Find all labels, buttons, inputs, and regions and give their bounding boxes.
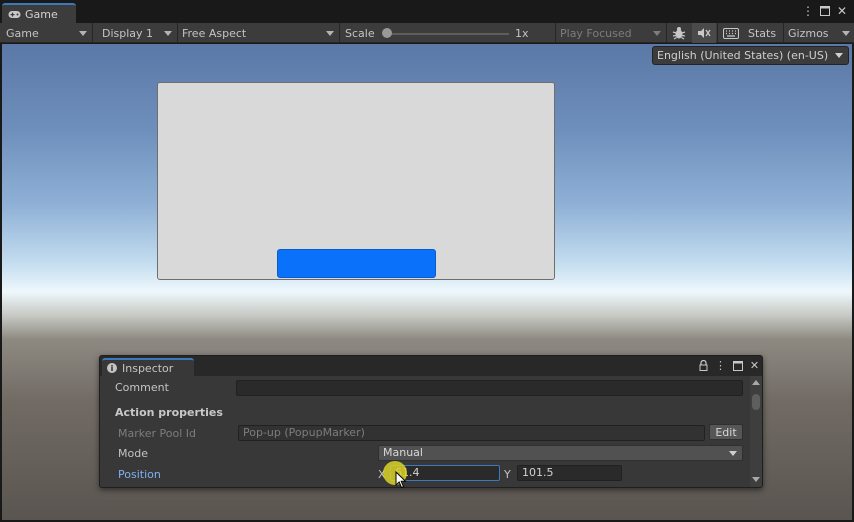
chevron-down-icon: [729, 451, 737, 456]
chevron-down-icon: [79, 31, 87, 36]
comment-field[interactable]: [236, 380, 743, 396]
game-mode-label: Game: [6, 26, 39, 40]
stats-button[interactable]: Stats: [748, 23, 776, 43]
game-toolbar: Game Display 1 Free Aspect Scale 1x Play…: [0, 23, 854, 43]
language-dropdown[interactable]: English (United States) (en-US): [652, 46, 849, 65]
inspector-header: i Inspector ⋮ ✕: [100, 356, 762, 376]
mouse-pointer-icon: [395, 471, 407, 489]
scrollbar-thumb[interactable]: [752, 394, 760, 410]
close-icon[interactable]: ✕: [836, 4, 848, 18]
inspector-scrollbar[interactable]: [750, 376, 762, 487]
aspect-label: Free Aspect: [182, 26, 247, 40]
more-icon[interactable]: ⋮: [802, 4, 814, 18]
gamepad-icon: [8, 10, 21, 18]
divider: [666, 23, 667, 43]
y-label[interactable]: Y: [504, 468, 511, 481]
display-dropdown[interactable]: Display 1: [96, 23, 176, 43]
more-icon[interactable]: ⋮: [715, 359, 726, 372]
scroll-down-arrow-icon[interactable]: [752, 477, 760, 482]
section-title: Action properties: [115, 406, 223, 419]
divider: [717, 23, 718, 43]
popup-panel: [157, 82, 555, 280]
mute-audio-icon[interactable]: [692, 23, 716, 43]
gizmos-label: Gizmos: [788, 26, 829, 40]
scale-slider-track[interactable]: [385, 33, 509, 35]
mode-dropdown[interactable]: Manual: [378, 445, 743, 461]
scale-label: Scale: [345, 26, 375, 40]
play-mode-label: Play Focused: [560, 26, 632, 40]
bug-icon[interactable]: [668, 23, 690, 43]
tab-bar: Game ⋮ ✕: [0, 0, 854, 23]
marker-pool-field: Pop-up (PopupMarker): [238, 425, 705, 441]
window-controls: ⋮ ✕: [802, 4, 848, 18]
scale-value: 1x: [515, 26, 529, 40]
chevron-down-icon: [653, 31, 661, 36]
inspector-title: Inspector: [122, 361, 174, 375]
info-icon: i: [107, 363, 117, 373]
divider: [92, 23, 93, 43]
maximize-icon[interactable]: [819, 4, 831, 17]
display-label: Display 1: [102, 26, 154, 40]
scroll-up-arrow-icon[interactable]: [752, 380, 760, 385]
aspect-dropdown[interactable]: Free Aspect: [177, 23, 338, 43]
inspector-window: i Inspector ⋮ ✕ Comment Action propertie…: [99, 355, 763, 488]
gizmos-dropdown[interactable]: Gizmos: [784, 23, 854, 43]
divider: [339, 23, 340, 43]
position-y-field[interactable]: 101.5: [517, 465, 622, 481]
tab-game-label: Game: [25, 7, 58, 21]
game-mode-dropdown[interactable]: Game: [0, 23, 91, 43]
comment-label: Comment: [115, 381, 169, 394]
chevron-down-icon: [326, 31, 334, 36]
scale-slider-handle[interactable]: [382, 28, 392, 38]
close-icon[interactable]: ✕: [749, 359, 760, 372]
tab-game[interactable]: Game: [2, 3, 76, 23]
chevron-down-icon: [842, 31, 850, 36]
maximize-icon[interactable]: [732, 359, 743, 372]
popup-button[interactable]: [277, 249, 436, 278]
mode-value: Manual: [383, 446, 423, 459]
tab-inspector[interactable]: i Inspector: [102, 358, 194, 376]
edit-button[interactable]: Edit: [709, 424, 743, 440]
inspector-controls: ⋮ ✕: [698, 359, 760, 372]
play-mode-dropdown[interactable]: Play Focused: [556, 23, 665, 43]
chevron-down-icon: [164, 31, 172, 36]
position-label: Position: [118, 468, 161, 481]
keyboard-icon[interactable]: [720, 23, 742, 43]
chevron-down-icon: [835, 53, 843, 58]
language-label: English (United States) (en-US): [657, 49, 829, 62]
marker-pool-label: Marker Pool Id: [118, 427, 196, 440]
mode-label: Mode: [118, 447, 148, 460]
lock-icon[interactable]: [698, 359, 709, 372]
